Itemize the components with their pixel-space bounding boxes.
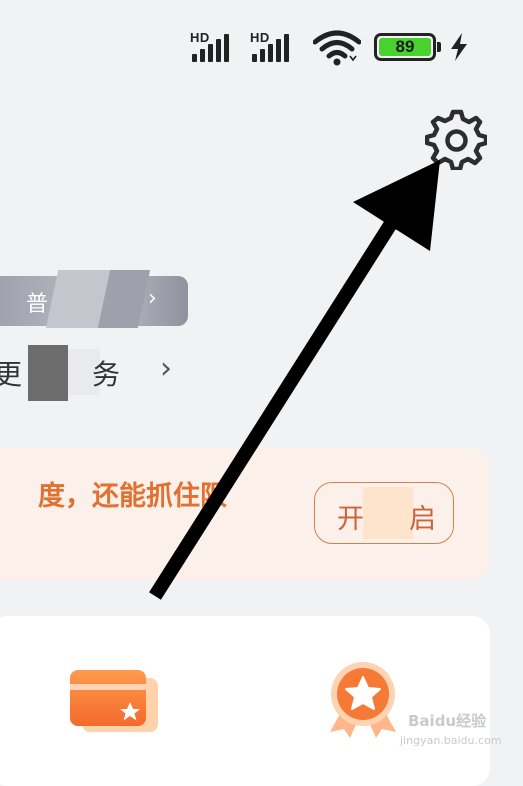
signal-icon: HD xyxy=(250,30,300,64)
card-star-icon[interactable] xyxy=(68,668,160,736)
open-button-label-start: 开 xyxy=(337,504,364,535)
chevron-right-icon: › xyxy=(148,286,157,311)
wifi-icon xyxy=(313,30,361,66)
signal-icon: HD xyxy=(190,30,240,64)
watermark-text: Baidu经验 xyxy=(408,712,487,730)
charging-bolt-icon xyxy=(451,33,467,61)
benefits-text-end: 务 xyxy=(92,358,121,391)
open-button-label-end: 启 xyxy=(409,504,436,535)
promo-text: 度，还能抓住限 xyxy=(38,481,227,512)
battery-level: 89 xyxy=(379,37,431,56)
redaction-block xyxy=(28,345,68,401)
open-button[interactable]: 开 启 xyxy=(314,482,454,544)
chevron-right-icon: › xyxy=(160,351,172,386)
promo-banner: 度，还能抓住限 开 启 xyxy=(0,448,490,580)
member-level-badge[interactable]: 普 › xyxy=(0,270,188,328)
medal-star-icon[interactable] xyxy=(322,658,404,740)
baidu-watermark: Baidu经验 jingyan.baidu.com xyxy=(398,708,520,752)
battery-icon: 89 xyxy=(374,33,441,61)
watermark-url: jingyan.baidu.com xyxy=(400,734,502,747)
member-level-text: 普 xyxy=(26,292,49,317)
settings-gear-icon[interactable] xyxy=(425,108,487,170)
member-benefits-link[interactable]: 更 务 › xyxy=(0,345,200,401)
redaction-block xyxy=(363,487,413,539)
status-bar: HD HD 89 xyxy=(0,0,523,90)
benefits-text-start: 更 xyxy=(0,358,23,391)
